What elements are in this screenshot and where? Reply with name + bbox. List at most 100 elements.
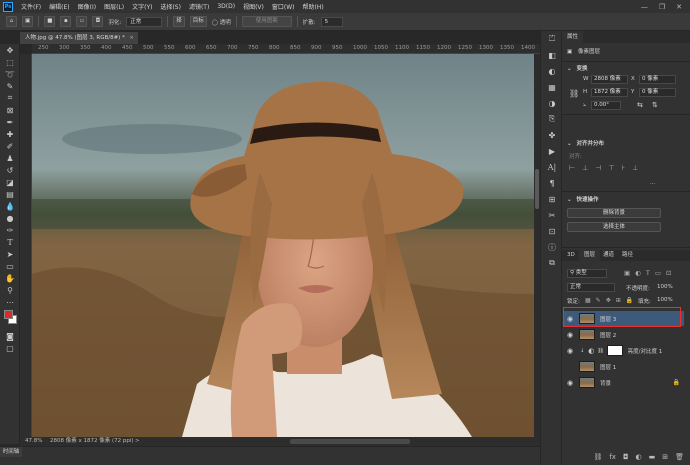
- crop-tool-icon[interactable]: ⌗: [0, 92, 20, 104]
- spread-input[interactable]: 5: [320, 16, 343, 27]
- menu-layer[interactable]: 图层(L): [100, 2, 128, 11]
- fill-value[interactable]: 100%: [657, 297, 673, 303]
- mode-select[interactable]: 正常: [126, 16, 163, 27]
- tab-3d[interactable]: 3D: [562, 250, 580, 261]
- flip-vertical-icon[interactable]: ⇅: [652, 101, 658, 109]
- link-layers-icon[interactable]: ⛓: [593, 453, 602, 461]
- pen-tool-icon[interactable]: ✑: [0, 224, 20, 236]
- quick-mask-icon[interactable]: ◙: [0, 330, 20, 342]
- minimize-icon[interactable]: —: [641, 3, 648, 11]
- add-mask-icon[interactable]: ◘: [623, 453, 629, 461]
- brush-tool-icon[interactable]: ✐: [0, 140, 20, 152]
- flip-horizontal-icon[interactable]: ⇆: [637, 101, 643, 109]
- align-hcenter-icon[interactable]: ⊥: [582, 164, 588, 172]
- subtract-selection-icon[interactable]: ▫: [76, 16, 88, 27]
- eye-icon[interactable]: ◉: [564, 347, 576, 355]
- restore-icon[interactable]: ❐: [659, 3, 665, 11]
- add-selection-icon[interactable]: ▪: [60, 16, 72, 27]
- new-group-icon[interactable]: ▬: [649, 453, 656, 461]
- filter-type-icon[interactable]: T: [646, 269, 650, 277]
- align-left-icon[interactable]: ⊢: [569, 164, 575, 172]
- menu-image[interactable]: 图像(I): [74, 2, 100, 11]
- select-button[interactable]: 择: [173, 16, 185, 27]
- layer-row-layer2[interactable]: ◉ 图层 2: [564, 327, 684, 342]
- menu-type[interactable]: 文字(Y): [128, 2, 156, 11]
- eyedropper-tool-icon[interactable]: ✒: [0, 116, 20, 128]
- brush-settings-icon[interactable]: ✤: [541, 127, 563, 143]
- menu-help[interactable]: 帮助(H): [299, 2, 328, 11]
- home-icon[interactable]: ⌂: [6, 16, 17, 27]
- new-selection-icon[interactable]: ■: [44, 16, 56, 27]
- path-select-icon[interactable]: ➤: [0, 248, 20, 260]
- clone-source-icon[interactable]: ⧉: [541, 255, 563, 271]
- new-adjustment-icon[interactable]: ◐: [636, 453, 642, 461]
- x-input[interactable]: 0 像素: [639, 75, 676, 84]
- libraries-panel-icon[interactable]: ⎘: [541, 111, 563, 127]
- zoom-level[interactable]: 47.8%: [25, 437, 42, 446]
- align-vcenter-icon[interactable]: ⊦: [621, 164, 625, 172]
- menu-edit[interactable]: 编辑(E): [45, 2, 73, 11]
- align-section[interactable]: ⌄ 对齐并分布: [567, 139, 604, 147]
- lock-paint-icon[interactable]: ✎: [596, 297, 601, 304]
- align-bottom-icon[interactable]: ⊥: [632, 164, 638, 172]
- tool-presets-icon[interactable]: ✂: [541, 207, 563, 223]
- screen-mode-icon[interactable]: ▢: [0, 342, 20, 354]
- layer-row-layer1[interactable]: 图层 1: [564, 359, 684, 374]
- glyphs-panel-icon[interactable]: ⊞: [541, 191, 563, 207]
- new-layer-icon[interactable]: ⊞: [662, 453, 668, 461]
- align-right-icon[interactable]: ⊣: [595, 164, 601, 172]
- remove-background-button[interactable]: 删除背景: [567, 208, 661, 218]
- history-brush-icon[interactable]: ↺: [0, 164, 20, 176]
- foreground-color-swatch[interactable]: [4, 310, 13, 319]
- quick-actions-section[interactable]: ⌄ 快速操作: [567, 195, 599, 203]
- tab-layers[interactable]: 图层: [579, 250, 601, 261]
- use-pattern-button[interactable]: 使用图案: [241, 16, 292, 27]
- lock-move-icon[interactable]: ✥: [606, 297, 611, 304]
- color-panel-icon[interactable]: ◐: [541, 63, 563, 79]
- more-tools-icon[interactable]: ⋯: [0, 296, 20, 308]
- filter-shape-icon[interactable]: ▭: [655, 269, 661, 277]
- timeline-tab[interactable]: 时间轴: [0, 447, 22, 457]
- navigator-panel-icon[interactable]: ⊡: [541, 223, 563, 239]
- adjustments-panel-icon[interactable]: ◑: [541, 95, 563, 111]
- lasso-tool-icon[interactable]: ➰: [0, 68, 20, 80]
- lock-artboard-icon[interactable]: ⊞: [616, 297, 621, 304]
- more-options-icon[interactable]: ...: [650, 180, 655, 186]
- delete-layer-icon[interactable]: 🗑: [675, 453, 684, 461]
- filter-pixel-icon[interactable]: ▣: [624, 269, 630, 277]
- tab-channels[interactable]: 通道: [598, 250, 619, 261]
- angle-input[interactable]: 0.00°: [591, 101, 621, 110]
- properties-tab[interactable]: 属性: [562, 31, 584, 43]
- align-top-icon[interactable]: ⊤: [608, 164, 614, 172]
- menu-window[interactable]: 窗口(W): [268, 2, 299, 11]
- y-input[interactable]: 0 像素: [639, 88, 676, 97]
- menu-view[interactable]: 视图(V): [239, 2, 268, 11]
- menu-filter[interactable]: 滤镜(T): [185, 2, 213, 11]
- target-button[interactable]: 目标: [189, 16, 207, 27]
- height-input[interactable]: 1872 像素: [591, 88, 628, 97]
- scroll-thumb[interactable]: [535, 169, 539, 209]
- layer-row-background[interactable]: ◉ 背景 🔒: [564, 375, 684, 390]
- zoom-tool-icon[interactable]: ⚲: [0, 284, 20, 296]
- history-panel-icon[interactable]: ⏍: [541, 31, 563, 47]
- layer-filter-select[interactable]: ⚲ 类型: [567, 269, 607, 278]
- intersect-selection-icon[interactable]: ◘: [92, 16, 104, 27]
- paragraph-panel-icon[interactable]: ¶: [541, 175, 563, 191]
- hand-tool-icon[interactable]: ✋: [0, 272, 20, 284]
- character-panel-icon[interactable]: A|: [541, 159, 563, 175]
- menu-file[interactable]: 文件(F): [17, 2, 45, 11]
- properties-panel-icon[interactable]: ◧: [541, 47, 563, 63]
- eraser-tool-icon[interactable]: ◪: [0, 176, 20, 188]
- dodge-tool-icon[interactable]: ●: [0, 212, 20, 224]
- tab-paths[interactable]: 路径: [617, 250, 638, 261]
- healing-brush-icon[interactable]: ✚: [0, 128, 20, 140]
- image-canvas[interactable]: [32, 54, 534, 437]
- gradient-tool-icon[interactable]: ▤: [0, 188, 20, 200]
- layer-row-brightness[interactable]: ◉ ↓ ◐ ⛓ 亮度/对比度 1: [564, 343, 684, 358]
- move-tool-icon[interactable]: ✥: [0, 44, 20, 56]
- lock-pixels-icon[interactable]: ▦: [585, 297, 591, 304]
- close-tab-icon[interactable]: ×: [129, 32, 134, 44]
- canvas-horizontal-scrollbar[interactable]: [290, 439, 410, 444]
- type-tool-icon[interactable]: T: [0, 236, 20, 248]
- actions-panel-icon[interactable]: ▶: [541, 143, 563, 159]
